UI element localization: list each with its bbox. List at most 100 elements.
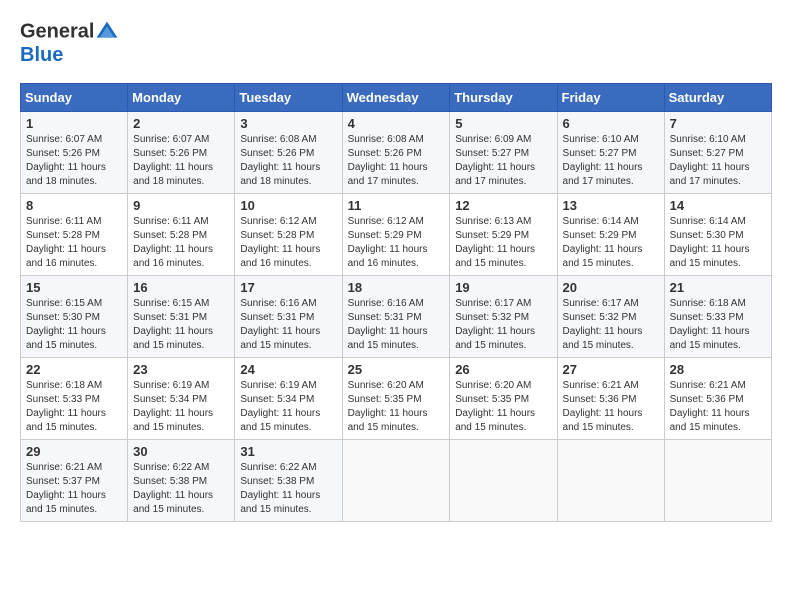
calendar-cell [557, 440, 664, 522]
logo-icon [95, 20, 119, 44]
day-info: Sunrise: 6:18 AMSunset: 5:33 PMDaylight:… [670, 297, 766, 353]
calendar-cell: 6 Sunrise: 6:10 AMSunset: 5:27 PMDaylight… [557, 112, 664, 194]
day-info: Sunrise: 6:17 AMSunset: 5:32 PMDaylight:… [455, 297, 551, 353]
calendar-cell: 11Sunrise: 6:12 AMSunset: 5:29 PMDayligh… [342, 194, 450, 276]
day-info: Sunrise: 6:20 AMSunset: 5:35 PMDaylight:… [348, 379, 445, 435]
calendar-cell: 16 Sunrise: 6:15 AMSunset: 5:31 PMDayligh… [128, 276, 235, 358]
calendar-cell: 21Sunrise: 6:18 AMSunset: 5:33 PMDayligh… [664, 276, 771, 358]
day-header-tuesday: Tuesday [235, 84, 342, 112]
day-info: Sunrise: 6:19 AMSunset: 5:34 PMDaylight:… [240, 379, 336, 435]
day-number: 3 [240, 116, 336, 131]
calendar-cell [450, 440, 557, 522]
day-info: Sunrise: 6:11 AMSunset: 5:28 PMDaylight:… [133, 215, 229, 271]
calendar-header-row: SundayMondayTuesdayWednesdayThursdayFrid… [21, 84, 772, 112]
day-info: Sunrise: 6:22 AMSunset: 5:38 PMDaylight:… [240, 461, 336, 517]
calendar-cell: 1 Sunrise: 6:07 AMSunset: 5:26 PMDaylight… [21, 112, 128, 194]
logo-general: General [20, 20, 94, 42]
day-number: 5 [455, 116, 551, 131]
calendar-cell: 28 Sunrise: 6:21 AMSunset: 5:36 PMDayligh… [664, 358, 771, 440]
day-number: 15 [26, 280, 122, 295]
day-header-monday: Monday [128, 84, 235, 112]
calendar-cell: 2Sunrise: 6:07 AMSunset: 5:26 PMDaylight… [128, 112, 235, 194]
calendar-cell: 30Sunrise: 6:22 AMSunset: 5:38 PMDayligh… [128, 440, 235, 522]
day-number: 1 [26, 116, 122, 131]
calendar-week-row: 22Sunrise: 6:18 AMSunset: 5:33 PMDayligh… [21, 358, 772, 440]
day-info: Sunrise: 6:21 AMSunset: 5:37 PMDaylight:… [26, 461, 122, 517]
day-info: Sunrise: 6:16 AMSunset: 5:31 PMDaylight:… [348, 297, 445, 353]
day-number: 9 [133, 198, 229, 213]
day-header-wednesday: Wednesday [342, 84, 450, 112]
day-number: 14 [670, 198, 766, 213]
day-info: Sunrise: 6:15 AMSunset: 5:31 PMDaylight:… [133, 297, 229, 353]
day-info: Sunrise: 6:11 AMSunset: 5:28 PMDaylight:… [26, 215, 122, 271]
day-info: Sunrise: 6:21 AMSunset: 5:36 PMDaylight:… [670, 379, 766, 435]
day-number: 22 [26, 362, 122, 377]
day-info: Sunrise: 6:15 AMSunset: 5:30 PMDaylight:… [26, 297, 122, 353]
day-number: 27 [563, 362, 659, 377]
calendar-cell [342, 440, 450, 522]
calendar-cell: 23 Sunrise: 6:19 AMSunset: 5:34 PMDayligh… [128, 358, 235, 440]
calendar-cell: 9 Sunrise: 6:11 AMSunset: 5:28 PMDaylight… [128, 194, 235, 276]
day-number: 10 [240, 198, 336, 213]
calendar-table: SundayMondayTuesdayWednesdayThursdayFrid… [20, 83, 772, 522]
day-number: 23 [133, 362, 229, 377]
day-info: Sunrise: 6:13 AMSunset: 5:29 PMDaylight:… [455, 215, 551, 271]
calendar-week-row: 29 Sunrise: 6:21 AMSunset: 5:37 PMDayligh… [21, 440, 772, 522]
day-info: Sunrise: 6:12 AMSunset: 5:29 PMDaylight:… [348, 215, 445, 271]
day-number: 17 [240, 280, 336, 295]
day-info: Sunrise: 6:12 AMSunset: 5:28 PMDaylight:… [240, 215, 336, 271]
day-number: 16 [133, 280, 229, 295]
day-number: 20 [563, 280, 659, 295]
calendar-cell: 14Sunrise: 6:14 AMSunset: 5:30 PMDayligh… [664, 194, 771, 276]
day-number: 2 [133, 116, 229, 131]
day-header-sunday: Sunday [21, 84, 128, 112]
day-number: 13 [563, 198, 659, 213]
day-number: 8 [26, 198, 122, 213]
calendar-cell: 12 Sunrise: 6:13 AMSunset: 5:29 PMDayligh… [450, 194, 557, 276]
page-header: General Blue [20, 20, 772, 67]
day-header-friday: Friday [557, 84, 664, 112]
day-info: Sunrise: 6:09 AMSunset: 5:27 PMDaylight:… [455, 133, 551, 189]
day-info: Sunrise: 6:10 AMSunset: 5:27 PMDaylight:… [563, 133, 659, 189]
calendar-week-row: 15 Sunrise: 6:15 AMSunset: 5:30 PMDayligh… [21, 276, 772, 358]
day-info: Sunrise: 6:14 AMSunset: 5:29 PMDaylight:… [563, 215, 659, 271]
day-number: 28 [670, 362, 766, 377]
day-info: Sunrise: 6:08 AMSunset: 5:26 PMDaylight:… [240, 133, 336, 189]
day-info: Sunrise: 6:07 AMSunset: 5:26 PMDaylight:… [26, 133, 122, 189]
day-number: 12 [455, 198, 551, 213]
day-info: Sunrise: 6:08 AMSunset: 5:26 PMDaylight:… [348, 133, 445, 189]
calendar-cell: 26Sunrise: 6:20 AMSunset: 5:35 PMDayligh… [450, 358, 557, 440]
calendar-cell: 20Sunrise: 6:17 AMSunset: 5:32 PMDayligh… [557, 276, 664, 358]
calendar-cell [664, 440, 771, 522]
day-info: Sunrise: 6:20 AMSunset: 5:35 PMDaylight:… [455, 379, 551, 435]
calendar-cell: 25 Sunrise: 6:20 AMSunset: 5:35 PMDayligh… [342, 358, 450, 440]
day-number: 18 [348, 280, 445, 295]
calendar-cell: 18 Sunrise: 6:16 AMSunset: 5:31 PMDayligh… [342, 276, 450, 358]
calendar-cell: 29 Sunrise: 6:21 AMSunset: 5:37 PMDayligh… [21, 440, 128, 522]
day-number: 30 [133, 444, 229, 459]
day-number: 4 [348, 116, 445, 131]
logo-text: General Blue [20, 20, 120, 67]
calendar-cell: 5 Sunrise: 6:09 AMSunset: 5:27 PMDaylight… [450, 112, 557, 194]
day-info: Sunrise: 6:10 AMSunset: 5:27 PMDaylight:… [670, 133, 766, 189]
day-number: 6 [563, 116, 659, 131]
calendar-cell: 10 Sunrise: 6:12 AMSunset: 5:28 PMDayligh… [235, 194, 342, 276]
logo: General Blue [20, 20, 120, 67]
calendar-cell: 22Sunrise: 6:18 AMSunset: 5:33 PMDayligh… [21, 358, 128, 440]
calendar-week-row: 8 Sunrise: 6:11 AMSunset: 5:28 PMDaylight… [21, 194, 772, 276]
day-info: Sunrise: 6:19 AMSunset: 5:34 PMDaylight:… [133, 379, 229, 435]
calendar-cell: 3 Sunrise: 6:08 AMSunset: 5:26 PMDaylight… [235, 112, 342, 194]
calendar-cell: 15 Sunrise: 6:15 AMSunset: 5:30 PMDayligh… [21, 276, 128, 358]
calendar-cell: 8 Sunrise: 6:11 AMSunset: 5:28 PMDaylight… [21, 194, 128, 276]
calendar-cell: 31 Sunrise: 6:22 AMSunset: 5:38 PMDayligh… [235, 440, 342, 522]
day-info: Sunrise: 6:21 AMSunset: 5:36 PMDaylight:… [563, 379, 659, 435]
calendar-week-row: 1 Sunrise: 6:07 AMSunset: 5:26 PMDaylight… [21, 112, 772, 194]
calendar-cell: 19 Sunrise: 6:17 AMSunset: 5:32 PMDayligh… [450, 276, 557, 358]
day-number: 29 [26, 444, 122, 459]
day-header-thursday: Thursday [450, 84, 557, 112]
day-number: 31 [240, 444, 336, 459]
day-info: Sunrise: 6:16 AMSunset: 5:31 PMDaylight:… [240, 297, 336, 353]
day-number: 19 [455, 280, 551, 295]
calendar-cell: 13 Sunrise: 6:14 AMSunset: 5:29 PMDayligh… [557, 194, 664, 276]
day-number: 25 [348, 362, 445, 377]
